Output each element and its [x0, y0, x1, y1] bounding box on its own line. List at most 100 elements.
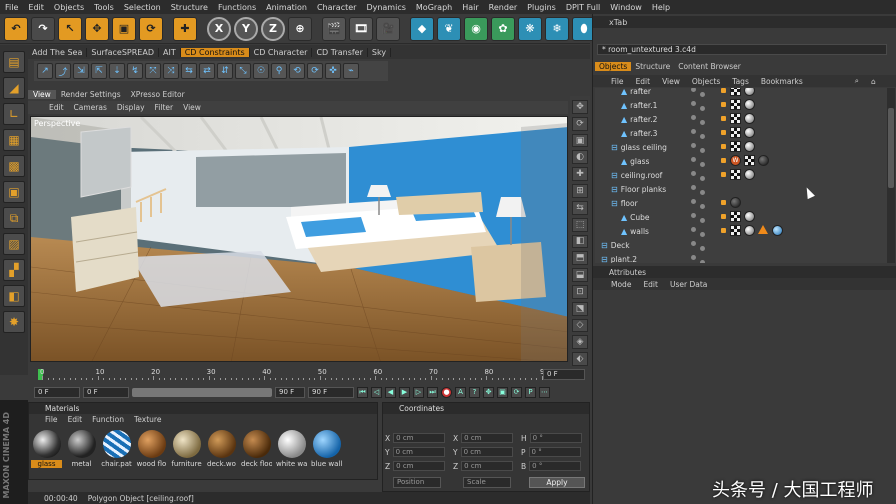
checker-tag-icon[interactable] — [730, 225, 741, 236]
constraint-tool-icon[interactable]: ⤡ — [235, 63, 251, 79]
scale-button[interactable]: ▣ — [112, 16, 136, 41]
object-row[interactable]: ⊟ plant.2 — [595, 252, 887, 263]
material-ball[interactable] — [67, 430, 96, 458]
object-row[interactable]: ▲ rafter — [595, 88, 887, 98]
constraint-tool-icon[interactable]: ⌁ — [343, 63, 359, 79]
coordinate-system-button[interactable]: ⊕ — [288, 16, 312, 41]
viewport-tool-icon[interactable]: ⬖ — [572, 352, 588, 366]
visibility-dot-icon[interactable] — [691, 157, 696, 162]
plugin-tab-cd-constraints[interactable]: CD Constraints — [180, 47, 250, 57]
checker-tag-icon[interactable] — [730, 99, 741, 110]
rp-menu-bookmarks[interactable]: Bookmarks — [761, 77, 803, 86]
cube-button[interactable]: ◆ — [410, 16, 434, 41]
constraint-tool-icon[interactable]: ✜ — [325, 63, 341, 79]
scale-key-icon[interactable]: ▣ — [497, 386, 508, 398]
material-ball[interactable] — [207, 430, 236, 458]
constraint-tool-icon[interactable]: ⇄ — [199, 63, 215, 79]
object-tree-scrollbar[interactable] — [887, 88, 895, 263]
keyframe-selection-icon[interactable]: ? — [469, 386, 480, 398]
sphere-tag-icon[interactable] — [744, 225, 755, 236]
material-swatch-blue[interactable]: blue wall — [311, 430, 342, 468]
render-dot-icon[interactable] — [700, 106, 705, 111]
menu-icon[interactable]: ▤ — [3, 51, 25, 73]
viewport-tool-icon[interactable]: ⬚ — [572, 217, 588, 232]
autokey-icon[interactable]: A — [455, 386, 466, 398]
visibility-dot-icon[interactable] — [691, 255, 696, 260]
sphere-tag-icon[interactable] — [744, 127, 755, 138]
material-ball[interactable] — [312, 430, 341, 458]
rp-tab-structure[interactable]: Structure — [631, 62, 674, 71]
world-axis-button[interactable]: ✚ — [173, 16, 197, 41]
phong-tag-icon[interactable] — [721, 130, 726, 135]
viewport-tool-icon[interactable]: ▣ — [572, 133, 588, 148]
viewport-tool-icon[interactable]: ✥ — [572, 100, 588, 114]
render-settings-button[interactable]: 🎥 — [376, 16, 400, 41]
viewport-menu-cameras[interactable]: Cameras — [69, 103, 112, 112]
plugin-tab-surfacespread[interactable]: SurfaceSPREAD — [87, 47, 159, 57]
scrollbar-thumb[interactable] — [888, 108, 894, 188]
coord-value-input[interactable]: 0 cm — [460, 447, 513, 457]
object-row[interactable]: ⊟ glass ceiling — [595, 140, 887, 154]
visibility-dot-icon[interactable] — [691, 199, 696, 204]
material-ball[interactable] — [277, 430, 306, 458]
snapping-icon[interactable]: ✸ — [3, 311, 25, 333]
viewport-tool-icon[interactable]: ◇ — [572, 318, 588, 333]
rp-menu-view[interactable]: View — [662, 77, 680, 86]
uvw-polygons-icon[interactable]: ◧ — [3, 285, 25, 307]
constraint-tool-icon[interactable]: ☉ — [253, 63, 269, 79]
red-tag-icon[interactable]: W — [730, 155, 741, 166]
phong-tag-icon[interactable] — [721, 88, 726, 93]
checker-tag-icon[interactable] — [730, 141, 741, 152]
viewport-tool-icon[interactable]: ⬔ — [572, 301, 588, 316]
rp-tab-content-browser[interactable]: Content Browser — [674, 62, 745, 71]
object-row[interactable]: ▲ walls — [595, 224, 887, 238]
go-to-start-icon[interactable]: ⏮ — [357, 386, 368, 398]
menu-item-mograph[interactable]: MoGraph — [411, 3, 457, 12]
object-row[interactable]: ▲ rafter.1 — [595, 98, 887, 112]
viewport-tool-icon[interactable]: ⬓ — [572, 268, 588, 282]
current-frame-field[interactable]: 0 F — [34, 386, 80, 398]
home-icon[interactable]: ⌂ — [871, 77, 876, 86]
coord-value-input[interactable]: 0 cm — [392, 447, 445, 457]
visibility-dot-icon[interactable] — [691, 241, 696, 246]
material-ball[interactable] — [102, 430, 131, 458]
record-key-icon[interactable]: ● — [441, 386, 452, 398]
viewport-menu-view[interactable]: View — [178, 103, 206, 112]
prev-frame-icon[interactable]: ◀ — [385, 386, 396, 398]
render-dot-icon[interactable] — [700, 134, 705, 139]
plugin-tab-add-the-sea[interactable]: Add The Sea — [28, 47, 88, 57]
visibility-dot-icon[interactable] — [691, 129, 696, 134]
menu-item-help[interactable]: Help — [647, 3, 675, 12]
viewport-menu-display[interactable]: Display — [112, 103, 150, 112]
material-swatch-wood[interactable]: wood flo — [136, 430, 167, 468]
visibility-dot-icon[interactable] — [691, 101, 696, 106]
rotate-button[interactable]: ⟳ — [139, 16, 163, 41]
checker-tag-icon[interactable] — [730, 127, 741, 138]
model-tool-icon[interactable]: ◢ — [3, 77, 25, 99]
menu-item-character[interactable]: Character — [312, 3, 362, 12]
range-end-field[interactable]: 90 F — [275, 386, 305, 398]
menu-item-dynamics[interactable]: Dynamics — [361, 3, 410, 12]
visibility-dot-icon[interactable] — [691, 213, 696, 218]
render-dot-icon[interactable] — [700, 190, 705, 195]
material-swatch-metal[interactable]: metal — [66, 430, 97, 468]
plugin-tab-cd-character[interactable]: CD Character — [250, 47, 313, 57]
viewport-tab-render-settings[interactable]: Render Settings — [56, 90, 126, 99]
menu-item-functions[interactable]: Functions — [213, 3, 261, 12]
object-row[interactable]: ⊟ floor — [595, 196, 887, 210]
undo-button[interactable]: ↶ — [4, 16, 28, 41]
phong-tag-icon[interactable] — [721, 144, 726, 149]
render-dot-icon[interactable] — [700, 246, 705, 251]
visibility-dot-icon[interactable] — [691, 171, 696, 176]
dark-tag-icon[interactable] — [730, 197, 741, 208]
sphere-tag-icon[interactable] — [744, 141, 755, 152]
viewport-tab-view[interactable]: View — [28, 90, 56, 99]
constraint-tool-icon[interactable]: ↯ — [127, 63, 143, 79]
material-ball[interactable] — [32, 430, 61, 458]
sphere-tag-icon[interactable] — [744, 113, 755, 124]
checker-tag-icon[interactable] — [730, 88, 741, 96]
coord-value-input[interactable]: 0 cm — [393, 461, 446, 471]
texture-tool-icon[interactable]: ▦ — [3, 129, 25, 151]
menu-item-dpit-full[interactable]: DPIT Full — [561, 3, 605, 12]
render-dot-icon[interactable] — [700, 120, 705, 125]
